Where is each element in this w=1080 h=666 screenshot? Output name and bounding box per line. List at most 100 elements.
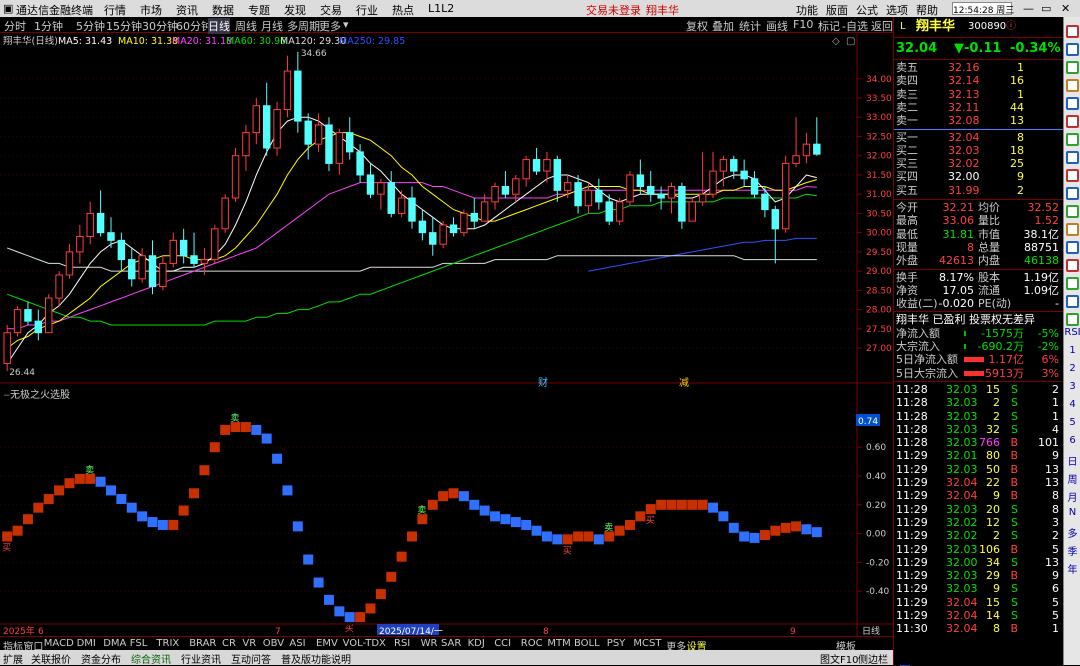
toolstrip-label[interactable]: 季 (1064, 543, 1080, 558)
maximize-icon[interactable]: ▭ (1041, 2, 1051, 15)
menu-options[interactable]: 选项 (886, 2, 908, 18)
menu-item-market[interactable]: 市场 (140, 2, 162, 18)
close-icon[interactable]: ✕ (1061, 2, 1070, 15)
candle[interactable] (273, 109, 281, 149)
candle[interactable] (96, 212, 105, 234)
candle[interactable] (179, 239, 188, 257)
candle[interactable] (200, 259, 209, 264)
candle[interactable] (771, 209, 780, 230)
candle[interactable] (169, 239, 177, 264)
period-tab-15min[interactable]: 15分钟 (106, 18, 142, 34)
period-tab-60min[interactable]: 60分钟 (176, 18, 212, 34)
indicator-tab-8[interactable]: CR (222, 638, 236, 649)
indicator-tab-13[interactable]: VOL-TDX (343, 638, 386, 649)
toolstrip-icon[interactable] (1066, 259, 1079, 272)
candle[interactable] (605, 201, 613, 222)
candle[interactable] (356, 151, 364, 176)
indicator-tab-22[interactable]: PSY (607, 638, 626, 649)
candle[interactable] (698, 193, 707, 203)
toolstrip-label[interactable]: 3 (1064, 381, 1080, 394)
candle[interactable] (491, 185, 499, 203)
toolstrip-label[interactable]: 周 (1064, 471, 1080, 486)
candle[interactable] (65, 251, 74, 276)
indicator-tab-3[interactable]: DMI (77, 638, 96, 649)
candle[interactable] (377, 182, 385, 195)
indicator-tab-7[interactable]: BRAR (189, 638, 216, 649)
candle[interactable] (522, 159, 530, 180)
candle[interactable] (418, 220, 427, 234)
indicator-tab-19[interactable]: ROC (521, 638, 543, 649)
candle[interactable] (647, 185, 655, 195)
toolstrip-label[interactable]: 4 (1064, 399, 1080, 412)
candle[interactable] (449, 224, 458, 234)
period-tab-multi[interactable]: 多周期 (287, 18, 320, 34)
candle[interactable] (532, 159, 541, 172)
menu-formula[interactable]: 公式 (856, 2, 878, 18)
candle[interactable] (563, 182, 572, 191)
menu-layout[interactable]: 版面 (826, 2, 848, 18)
menu-item-topics[interactable]: 专题 (248, 2, 270, 18)
candle[interactable] (55, 274, 63, 299)
candle[interactable] (470, 212, 478, 222)
toolstrip-icon[interactable] (1066, 313, 1079, 326)
toolstrip-label[interactable]: RSI (1064, 327, 1080, 340)
toolstrip-label[interactable]: N (1064, 507, 1080, 520)
candle[interactable] (501, 185, 510, 195)
candle[interactable] (657, 193, 665, 199)
period-tab-weekly[interactable]: 周线 (235, 18, 257, 34)
bottom-tab-6[interactable]: 普及版功能说明 (281, 651, 351, 666)
candle[interactable] (439, 224, 447, 245)
candle[interactable] (242, 132, 250, 157)
menu-function[interactable]: 功能 (796, 2, 818, 18)
tool-mark[interactable]: 标记 (818, 18, 840, 34)
toolstrip-icon[interactable] (1066, 97, 1079, 110)
candle[interactable] (709, 170, 717, 195)
candle[interactable] (480, 201, 489, 222)
candle[interactable] (595, 189, 603, 203)
indicator-tab-10[interactable]: OBV (263, 638, 284, 649)
candle[interactable] (128, 259, 136, 280)
candle[interactable] (802, 143, 811, 157)
sub-chart-collapse-icon[interactable]: − (3, 391, 11, 401)
toolstrip-icon[interactable] (1066, 241, 1079, 254)
candle[interactable] (678, 185, 686, 222)
toolstrip-icon[interactable] (1066, 43, 1079, 56)
candle[interactable] (543, 159, 551, 172)
indicator-tab-21[interactable]: BOLL (574, 638, 600, 649)
candle[interactable] (34, 320, 43, 334)
bottom-tab-5[interactable]: 互动问答 (231, 651, 271, 666)
candle[interactable] (76, 236, 84, 253)
menu-item-industry[interactable]: 行业 (356, 2, 378, 18)
event-marker-reduce[interactable]: 减 (679, 377, 689, 389)
toolstrip-icon[interactable] (1066, 169, 1079, 182)
toolstrip-label[interactable]: 6 (1064, 435, 1080, 448)
candle[interactable] (335, 132, 344, 164)
toolstrip-icon[interactable] (1066, 151, 1079, 164)
indicator-tab-18[interactable]: CCI (494, 638, 511, 649)
candle[interactable] (252, 105, 261, 134)
candle[interactable] (346, 132, 354, 153)
candle[interactable] (190, 255, 198, 264)
chart-area[interactable]: 27.00 27.50 28.00 28.50 29.00 29.50 30.00 30.50… (0, 34, 893, 636)
menu-help[interactable]: 帮助 (916, 2, 938, 18)
candle[interactable] (460, 212, 468, 234)
menu-item-hot[interactable]: 热点 (392, 2, 414, 18)
toolstrip-icon[interactable] (1066, 133, 1079, 146)
period-tab-timeshare[interactable]: 分时 (4, 18, 26, 34)
toolstrip-icon[interactable] (1066, 115, 1079, 128)
candle[interactable] (159, 262, 167, 288)
bottom-tab-3[interactable]: 综合资讯 (131, 651, 171, 666)
period-tab-5min[interactable]: 5分钟 (76, 18, 105, 34)
candle[interactable] (792, 155, 800, 164)
indicator-tab-14[interactable]: RSI (394, 638, 410, 649)
tool-statistics[interactable]: 统计 (739, 18, 761, 34)
bottom-right-0[interactable]: 图文F10 (820, 651, 858, 666)
bottom-tab-2[interactable]: 资金分布 (81, 651, 121, 666)
candle[interactable] (781, 162, 790, 230)
candle[interactable] (574, 182, 582, 207)
toolstrip-icon[interactable] (1066, 277, 1079, 290)
candle[interactable] (283, 70, 292, 111)
candle[interactable] (3, 332, 11, 364)
toolstrip-icon[interactable] (1066, 25, 1079, 38)
menu-item-quotes[interactable]: 行情 (104, 2, 126, 18)
